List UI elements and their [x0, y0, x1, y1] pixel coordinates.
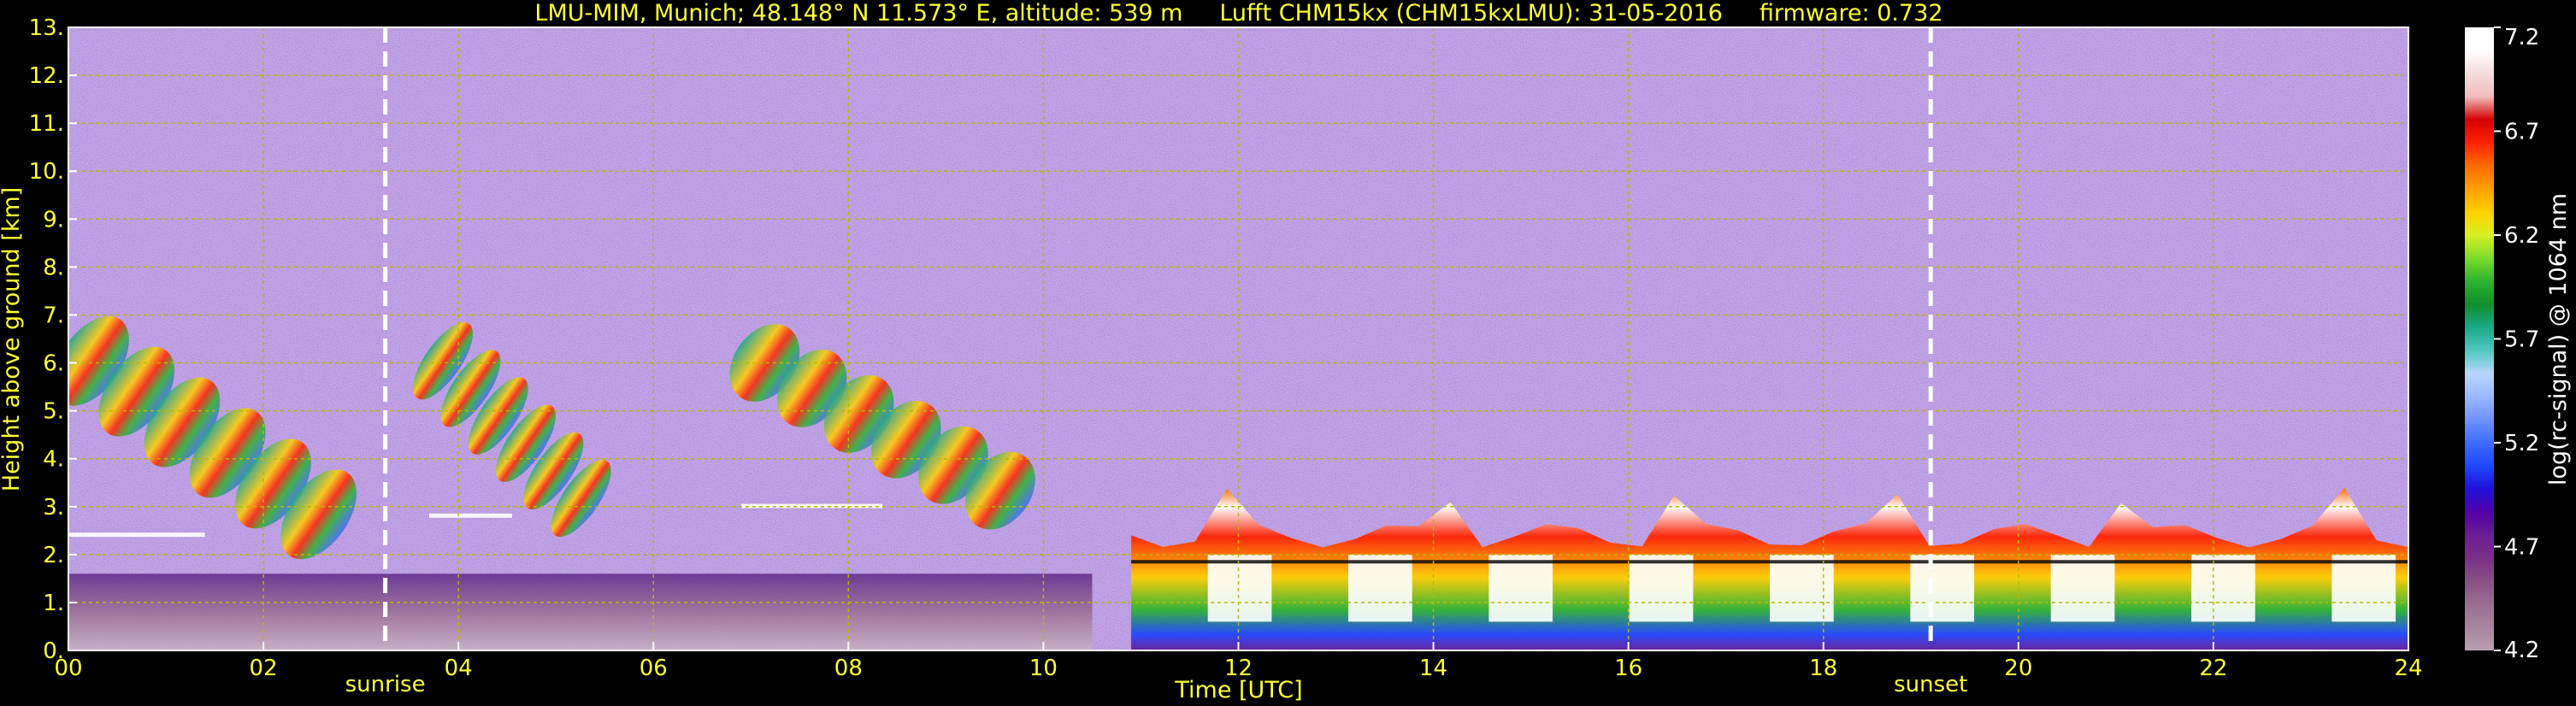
y-tick-label: 13.: [29, 15, 64, 41]
y-tick-label: 11.: [29, 111, 64, 137]
y-tick-label: 6.: [43, 351, 64, 377]
x-tick-label: 20: [2004, 656, 2032, 681]
x-axis-label: Time [UTC]: [1174, 677, 1302, 703]
chart-title: LMU-MIM, Munich; 48.148° N 11.573° E, al…: [534, 0, 1942, 26]
y-axis-label: Height above ground [km]: [0, 187, 25, 491]
colorbar-ticks: 4.2 4.7 5.2 5.7 6.2 6.7 7.2: [2494, 25, 2539, 663]
x-tick-label: 04: [445, 656, 473, 681]
x-tick-label: 14: [1419, 656, 1447, 681]
sunset-label: sunset: [1894, 672, 1967, 697]
colorbar-tick-label: 6.2: [2504, 223, 2539, 249]
y-tick-label: 10.: [29, 159, 64, 185]
y-tick-label: 7.: [43, 303, 64, 328]
ceilometer-chart: LMU-MIM, Munich; 48.148° N 11.573° E, al…: [0, 0, 2572, 703]
y-tick-label: 3.: [43, 495, 64, 521]
y-tick-label: 9.: [43, 207, 64, 232]
y-tick-label: 5.: [43, 399, 64, 425]
cloud-core: [1770, 554, 1834, 622]
x-tick-label: 22: [2199, 656, 2227, 681]
x-tick-label: 02: [250, 656, 278, 681]
cloud-core: [2050, 554, 2115, 622]
x-tick-label: 16: [1614, 656, 1642, 681]
x-tick-label: 10: [1029, 656, 1058, 681]
y-tick-label: 4.: [43, 447, 64, 473]
colorbar-tick-label: 4.7: [2504, 535, 2539, 561]
cloud-core: [2331, 554, 2396, 622]
cloud-core: [1910, 554, 1975, 622]
feature-aerosol-layer: [68, 574, 1093, 650]
colorbar-gradient: [2465, 27, 2494, 650]
colorbar-tick-label: 5.7: [2504, 327, 2539, 353]
colorbar-tick-label: 5.2: [2504, 431, 2539, 456]
cloud-core: [1629, 554, 1694, 622]
plot-area: [68, 27, 2408, 650]
x-tick-label: 18: [1809, 656, 1837, 681]
colorbar-tick-label: 4.2: [2504, 638, 2539, 663]
x-tick-label: 08: [834, 656, 863, 681]
y-tick-label: 2.: [43, 543, 64, 568]
cloud-core: [1348, 554, 1412, 622]
colorbar-label: log(rc-signal) @ 1064 nm: [2545, 193, 2572, 485]
cloud-core: [1207, 554, 1272, 622]
cloud-core: [1488, 554, 1553, 622]
colorbar: 4.2 4.7 5.2 5.7 6.2 6.7 7.2 log(rc-signal) @ 1…: [2465, 25, 2572, 663]
colorbar-tick-label: 6.7: [2504, 120, 2539, 145]
cloud-core: [2191, 554, 2255, 622]
x-tick-label: 06: [640, 656, 668, 681]
x-tick-label: 24: [2394, 656, 2422, 681]
y-tick-label: 8.: [43, 255, 64, 280]
colorbar-tick-label: 7.2: [2504, 25, 2539, 50]
x-tick-label: 00: [54, 656, 82, 681]
y-tick-label: 12.: [29, 63, 64, 89]
y-tick-label: 1.: [43, 591, 64, 616]
sunrise-label: sunrise: [345, 672, 426, 697]
